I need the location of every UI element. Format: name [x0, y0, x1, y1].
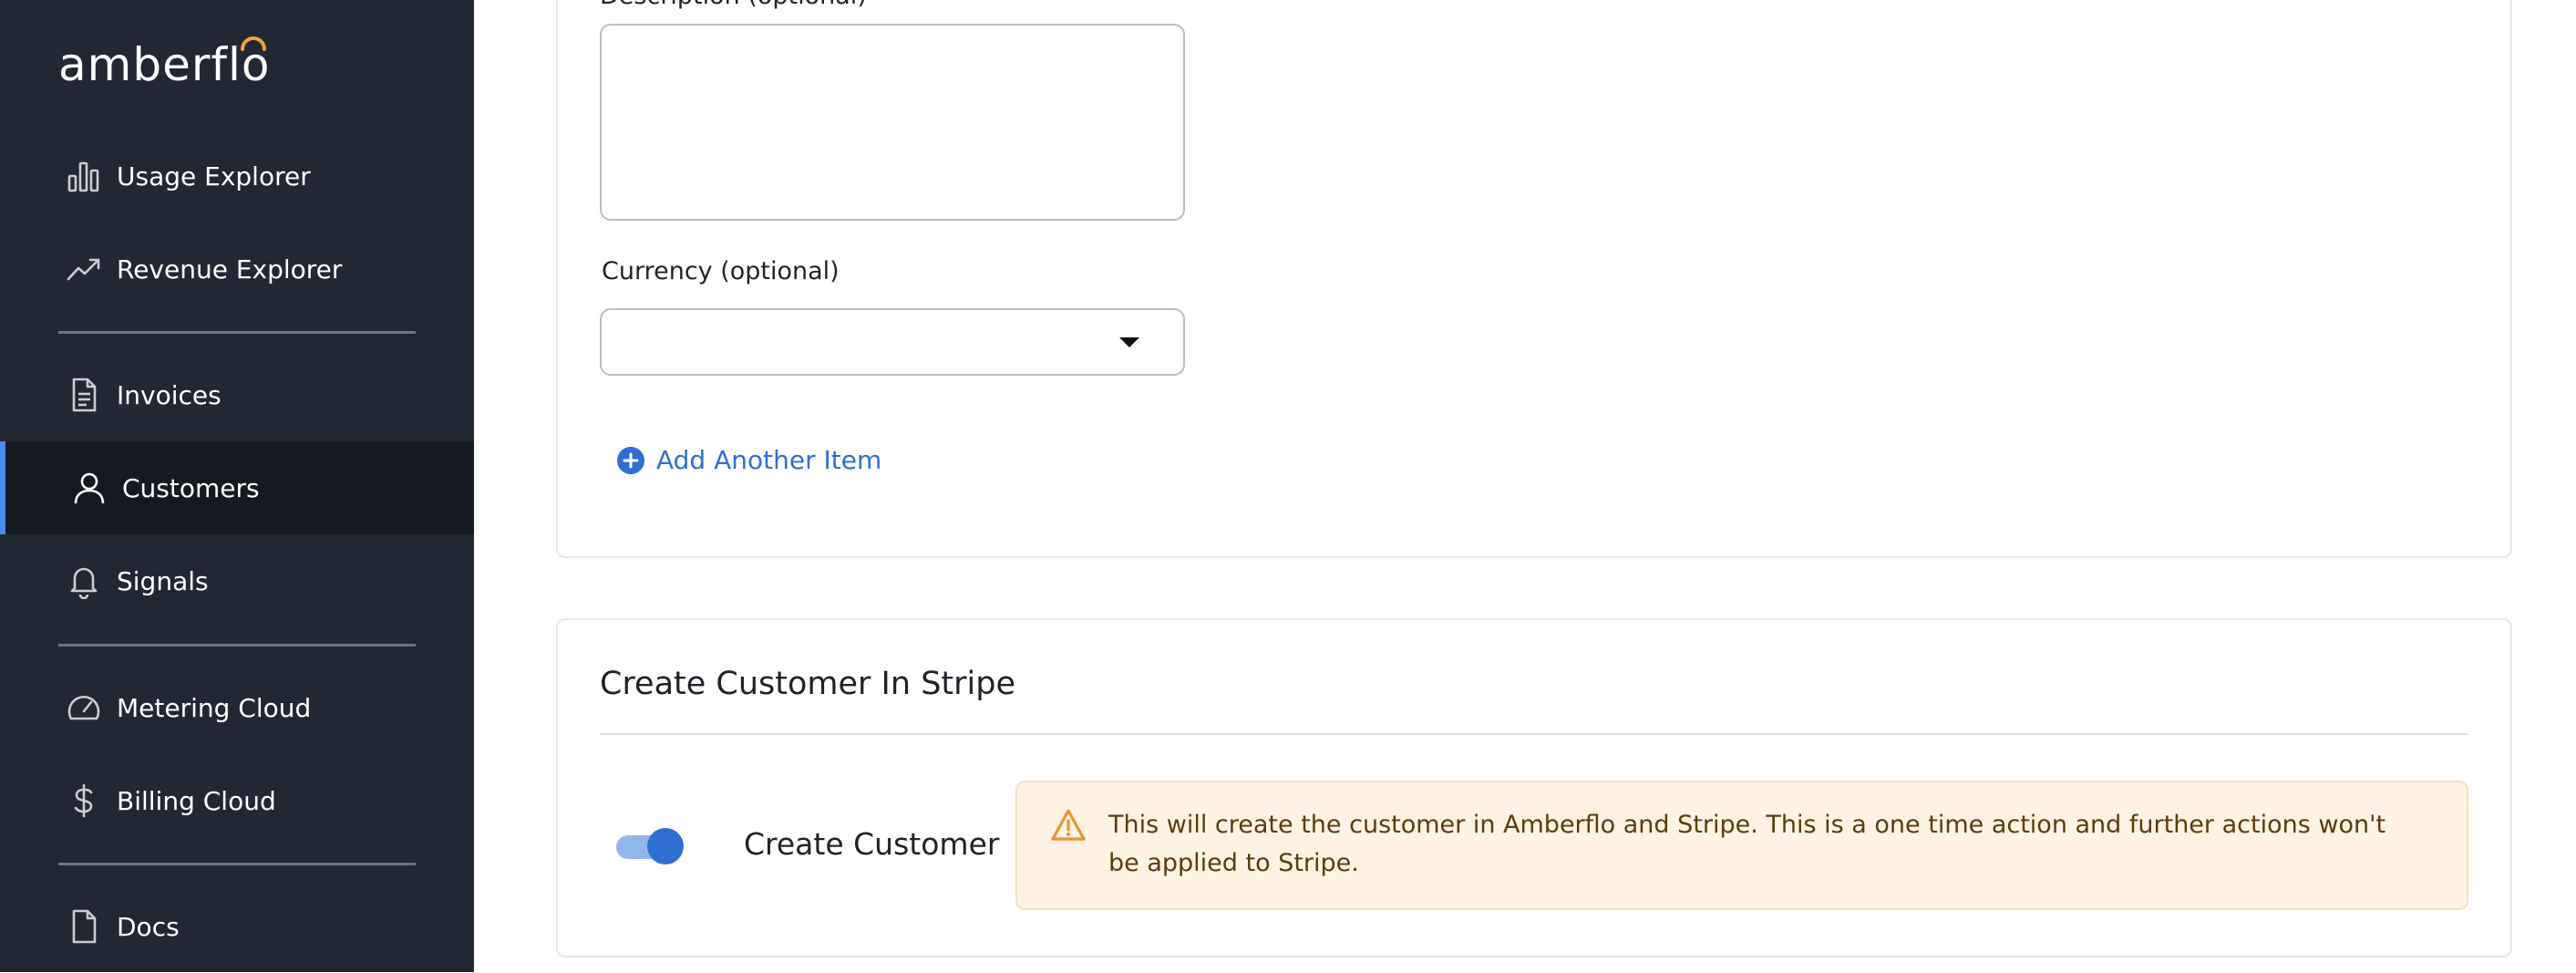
gauge-icon — [64, 688, 104, 728]
sidebar-item-metering-cloud[interactable]: Metering Cloud — [0, 661, 474, 754]
sidebar-divider — [58, 644, 416, 647]
description-label: Description (optional) — [600, 0, 867, 10]
sidebar-item-invoices[interactable]: Invoices — [0, 348, 474, 441]
sidebar-item-label: Metering Cloud — [117, 692, 312, 723]
add-another-item-label: Add Another Item — [656, 445, 882, 475]
currency-select[interactable] — [600, 308, 1185, 376]
sidebar-item-label: Docs — [117, 911, 180, 942]
sidebar-item-revenue-explorer[interactable]: Revenue Explorer — [0, 223, 474, 316]
sidebar-item-label: Revenue Explorer — [117, 254, 343, 285]
sidebar-item-label: Signals — [117, 565, 209, 596]
currency-label: Currency (optional) — [602, 257, 840, 285]
user-icon — [69, 468, 109, 508]
document-icon — [64, 375, 104, 415]
description-textarea[interactable] — [600, 24, 1185, 221]
stripe-warning-alert: This will create the customer in Amberfl… — [1015, 781, 2468, 910]
sidebar-divider — [58, 863, 416, 865]
plus-circle-icon — [617, 446, 644, 474]
amberflo-logo[interactable]: amberflo — [58, 33, 271, 97]
create-customer-label: Create Customer — [744, 826, 1000, 862]
sidebar-item-usage-explorer[interactable]: Usage Explorer — [0, 129, 474, 223]
bar-chart-icon — [64, 156, 104, 196]
sidebar-item-label: Customers — [122, 472, 260, 503]
caret-down-icon — [1119, 337, 1139, 347]
sidebar-item-signals[interactable]: Signals — [0, 534, 474, 627]
create-customer-toggle[interactable] — [616, 826, 685, 864]
sidebar-divider — [58, 331, 416, 334]
sidebar-item-label: Usage Explorer — [117, 160, 311, 191]
stripe-card-divider — [600, 733, 2468, 735]
sidebar: amberflo Usage Explorer Revenue Explorer — [0, 0, 474, 972]
dollar-icon — [64, 781, 104, 821]
logo-arc-icon — [240, 36, 266, 51]
bell-icon — [64, 561, 104, 601]
sidebar-item-label: Billing Cloud — [117, 785, 276, 816]
sidebar-item-label: Invoices — [117, 379, 222, 410]
trend-up-icon — [64, 249, 104, 289]
stripe-warning-text: This will create the customer in Amberfl… — [1108, 811, 2386, 877]
toggle-knob — [647, 828, 684, 864]
sidebar-item-customers[interactable]: Customers — [0, 441, 474, 534]
warning-triangle-icon — [1051, 809, 1086, 841]
sidebar-item-docs[interactable]: Docs — [0, 880, 474, 973]
file-icon — [64, 906, 104, 947]
sidebar-item-billing-cloud[interactable]: Billing Cloud — [0, 754, 474, 847]
add-another-item-button[interactable]: Add Another Item — [616, 445, 881, 475]
stripe-card-title: Create Customer In Stripe — [600, 666, 1015, 702]
